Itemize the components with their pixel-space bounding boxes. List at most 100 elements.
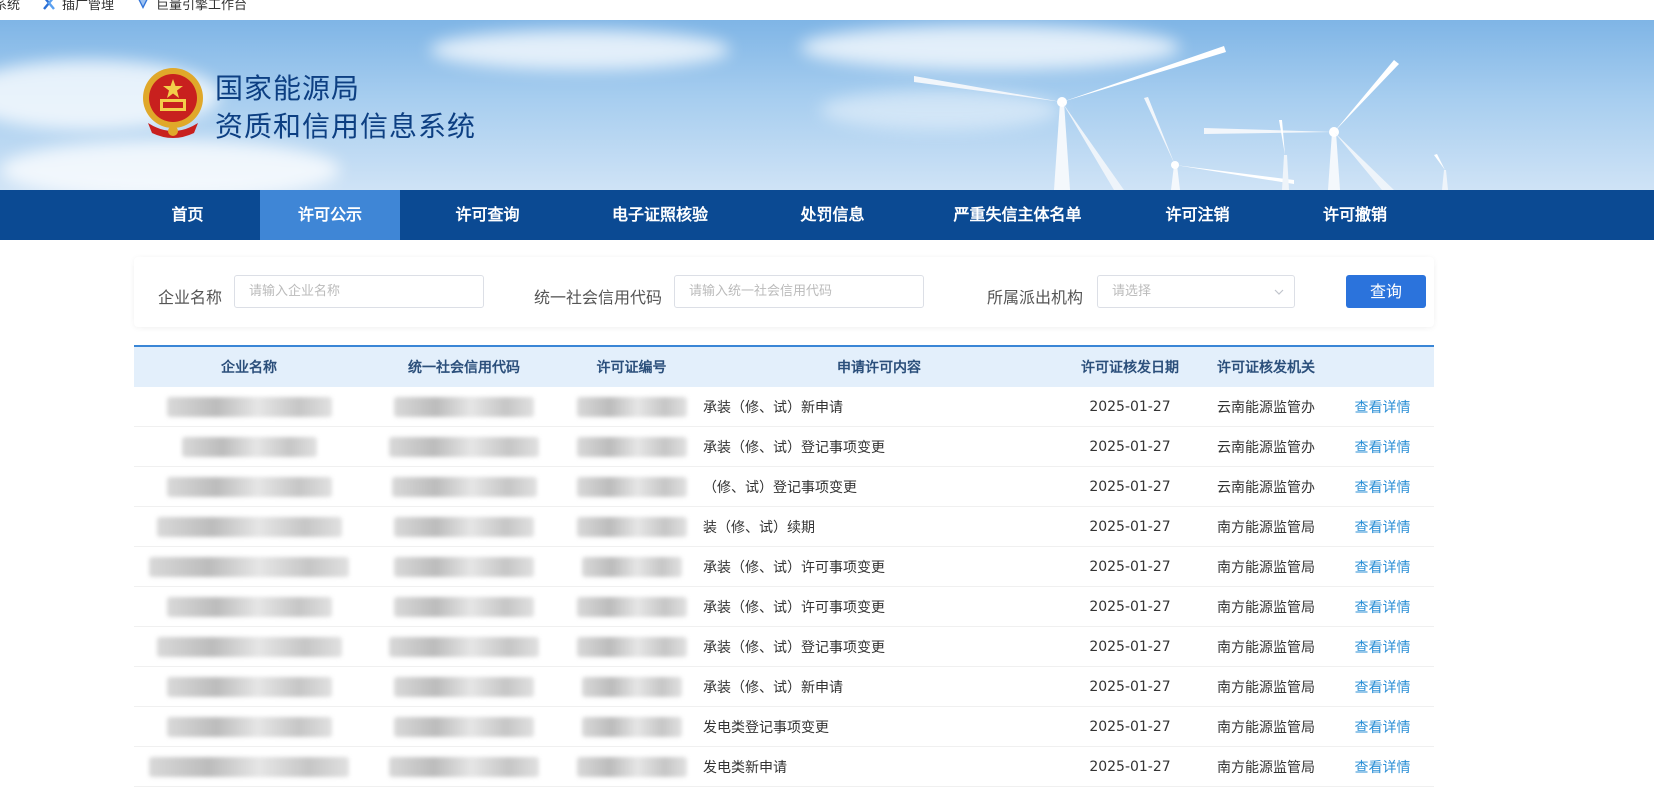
table-row: 承装（修、试）新申请 2025-01-27 云南能源监管办 查看详情 bbox=[134, 387, 1434, 427]
redacted-text bbox=[394, 516, 534, 537]
redacted-text bbox=[581, 716, 682, 737]
company-name-cell bbox=[134, 747, 364, 786]
table-row: 发电类登记事项变更 2025-01-27 南方能源监管局 查看详情 bbox=[134, 707, 1434, 747]
org-label: 所属派出机构 bbox=[987, 288, 1084, 307]
credit-code-cell bbox=[364, 547, 564, 586]
credit-code-label: 统一社会信用代码 bbox=[534, 288, 663, 307]
nav-item-penalty-info[interactable]: 处罚信息 bbox=[745, 190, 920, 240]
site-title: 国家能源局 资质和信用信息系统 bbox=[215, 70, 476, 146]
credit-code-cell bbox=[364, 467, 564, 506]
license-no-cell bbox=[564, 507, 699, 546]
credit-code-cell bbox=[364, 667, 564, 706]
issuing-org-cell: 云南能源监管办 bbox=[1217, 479, 1315, 496]
col-issuing-org: 许可证核发机关 bbox=[1217, 360, 1315, 376]
view-details-link[interactable]: 查看详情 bbox=[1355, 557, 1411, 577]
content-cell: 承装（修、试）登记事项变更 bbox=[703, 439, 885, 456]
redacted-text bbox=[394, 396, 534, 417]
nav-item-license-cancel[interactable]: 许可注销 bbox=[1115, 190, 1280, 240]
main-nav: 首页 许可公示 许可查询 电子证照核验 处罚信息 严重失信主体名单 许可注销 许… bbox=[0, 190, 1654, 240]
issuing-org-cell: 云南能源监管办 bbox=[1217, 399, 1315, 416]
view-details-cell: 查看详情 bbox=[1331, 547, 1434, 586]
issuing-org-cell: 南方能源监管局 bbox=[1217, 599, 1315, 616]
bookmarks-bar: 系统 插广管理 巨量引擎工作台 bbox=[0, 0, 1654, 20]
license-no-cell bbox=[564, 667, 699, 706]
col-company-name: 企业名称 bbox=[221, 360, 277, 376]
view-details-link[interactable]: 查看详情 bbox=[1355, 757, 1411, 777]
license-no-cell bbox=[564, 707, 699, 746]
redacted-text bbox=[581, 676, 682, 697]
redacted-text bbox=[581, 556, 682, 577]
nav-item-e-license-verify[interactable]: 电子证照核验 bbox=[575, 190, 745, 240]
bookmark-label: 巨量引擎工作台 bbox=[156, 0, 248, 13]
query-button[interactable]: 查询 bbox=[1346, 275, 1426, 308]
engine-logo-icon bbox=[138, 0, 148, 9]
redacted-text bbox=[181, 436, 317, 457]
redacted-text bbox=[389, 756, 539, 777]
view-details-cell: 查看详情 bbox=[1331, 627, 1434, 666]
credit-code-cell bbox=[364, 747, 564, 786]
license-no-cell bbox=[564, 427, 699, 466]
view-details-link[interactable]: 查看详情 bbox=[1355, 477, 1411, 497]
issue-date-cell: 2025-01-27 bbox=[1089, 678, 1171, 695]
company-name-label: 企业名称 bbox=[158, 288, 223, 307]
nav-item-license-publicity[interactable]: 许可公示 bbox=[260, 190, 400, 240]
view-details-link[interactable]: 查看详情 bbox=[1355, 517, 1411, 537]
view-details-cell: 查看详情 bbox=[1331, 507, 1434, 546]
redacted-text bbox=[391, 476, 537, 497]
view-details-link[interactable]: 查看详情 bbox=[1355, 397, 1411, 417]
bookmark-ad-manage[interactable]: 插广管理 bbox=[42, 0, 114, 13]
issuing-org-cell: 南方能源监管局 bbox=[1217, 719, 1315, 736]
nav-item-license-revoke[interactable]: 许可撤销 bbox=[1280, 190, 1430, 240]
nav-item-home[interactable]: 首页 bbox=[115, 190, 260, 240]
content-cell: 承装（修、试）许可事项变更 bbox=[703, 599, 885, 616]
redacted-text bbox=[389, 636, 539, 657]
national-emblem-icon bbox=[143, 68, 203, 138]
bookmark-engine[interactable]: 巨量引擎工作台 bbox=[136, 0, 247, 13]
content-cell: 承装（修、试）新申请 bbox=[703, 679, 843, 696]
issue-date-cell: 2025-01-27 bbox=[1089, 558, 1171, 575]
company-name-input[interactable]: 请输入企业名称 bbox=[234, 275, 484, 308]
view-details-link[interactable]: 查看详情 bbox=[1355, 597, 1411, 617]
credit-code-input[interactable]: 请输入统一社会信用代码 bbox=[674, 275, 924, 308]
issuing-org-cell: 南方能源监管局 bbox=[1217, 559, 1315, 576]
redacted-text bbox=[394, 596, 534, 617]
view-details-cell: 查看详情 bbox=[1331, 467, 1434, 506]
redacted-text bbox=[576, 596, 687, 617]
redacted-text bbox=[166, 676, 332, 697]
redacted-text bbox=[394, 716, 534, 737]
view-details-link[interactable]: 查看详情 bbox=[1355, 717, 1411, 737]
license-no-cell bbox=[564, 747, 699, 786]
content-cell: 承装（修、试）许可事项变更 bbox=[703, 559, 885, 576]
table-header: 企业名称 统一社会信用代码 许可证编号 申请许可内容 许可证核发日期 许可证核发… bbox=[134, 345, 1434, 387]
license-no-cell bbox=[564, 587, 699, 626]
cloud bbox=[0, 140, 340, 190]
nav-item-license-query[interactable]: 许可查询 bbox=[400, 190, 575, 240]
view-details-cell: 查看详情 bbox=[1331, 427, 1434, 466]
issue-date-cell: 2025-01-27 bbox=[1089, 598, 1171, 615]
table-row: 承装（修、试）登记事项变更 2025-01-27 南方能源监管局 查看详情 bbox=[134, 627, 1434, 667]
nav-item-blacklist[interactable]: 严重失信主体名单 bbox=[920, 190, 1115, 240]
col-action bbox=[1331, 347, 1434, 387]
org-select[interactable]: 请选择 bbox=[1097, 275, 1295, 308]
view-details-link[interactable]: 查看详情 bbox=[1355, 677, 1411, 697]
view-details-link[interactable]: 查看详情 bbox=[1355, 437, 1411, 457]
license-no-cell bbox=[564, 547, 699, 586]
bookmark-label: 系统 bbox=[0, 0, 21, 13]
bookmark-system[interactable]: 系统 bbox=[0, 0, 20, 13]
issue-date-cell: 2025-01-27 bbox=[1089, 398, 1171, 415]
redacted-text bbox=[389, 436, 539, 457]
redacted-text bbox=[156, 516, 342, 537]
issuing-org-cell: 南方能源监管局 bbox=[1217, 519, 1315, 536]
issuing-org-cell: 南方能源监管局 bbox=[1217, 639, 1315, 656]
table-row: 装（修、试）续期 2025-01-27 南方能源监管局 查看详情 bbox=[134, 507, 1434, 547]
redacted-text bbox=[576, 476, 687, 497]
license-no-cell bbox=[564, 467, 699, 506]
table-body: 承装（修、试）新申请 2025-01-27 云南能源监管办 查看详情 承装（修、试）登记… bbox=[134, 387, 1434, 787]
issuing-org-cell: 云南能源监管办 bbox=[1217, 439, 1315, 456]
content-cell: 发电类登记事项变更 bbox=[703, 719, 829, 736]
view-details-link[interactable]: 查看详情 bbox=[1355, 637, 1411, 657]
credit-code-cell bbox=[364, 627, 564, 666]
company-name-cell bbox=[134, 667, 364, 706]
table-row: 承装（修、试）登记事项变更 2025-01-27 云南能源监管办 查看详情 bbox=[134, 427, 1434, 467]
table-row: 承装（修、试）新申请 2025-01-27 南方能源监管局 查看详情 bbox=[134, 667, 1434, 707]
